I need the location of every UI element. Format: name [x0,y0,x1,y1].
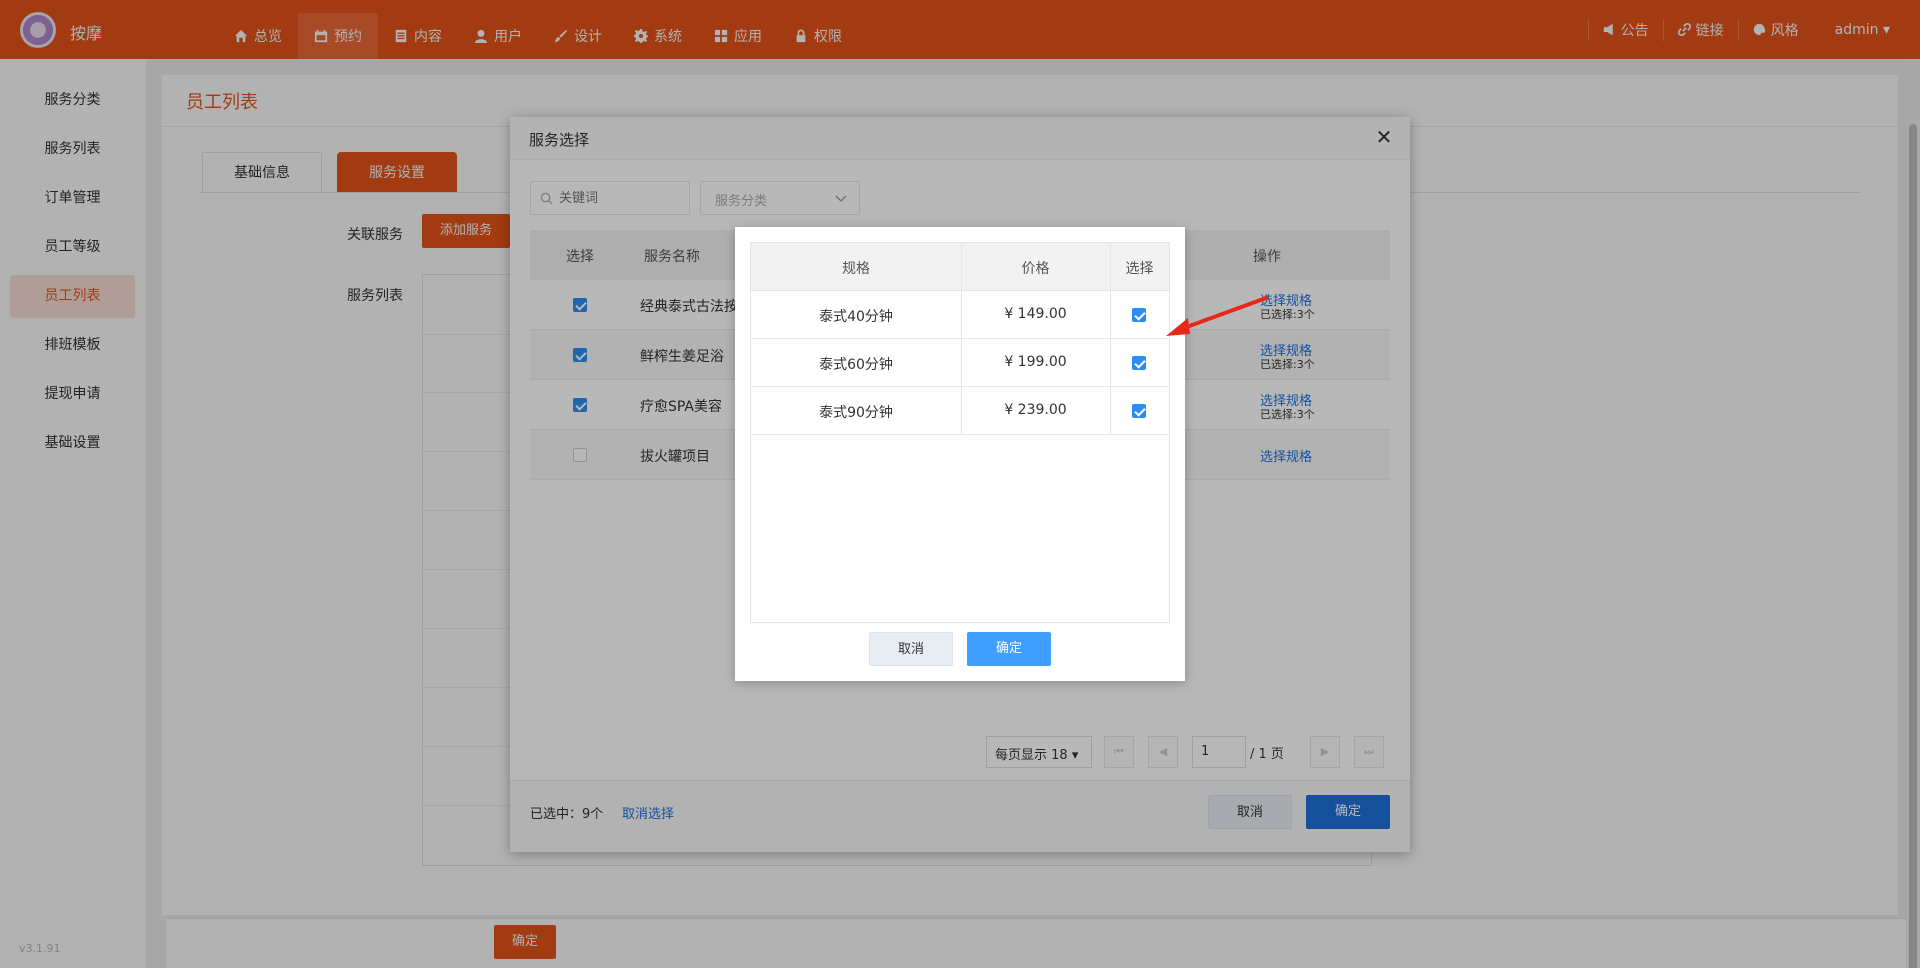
spec-name: 泰式90分钟 [819,405,893,421]
spec-price: ¥ 199.00 [1004,354,1067,370]
table-row: 泰式40分钟 ¥ 149.00 [751,291,1169,339]
spec-checkbox[interactable] [1132,308,1146,322]
spec-checkbox[interactable] [1132,356,1146,370]
column-select: 选择 [1125,261,1154,277]
table-row: 泰式60分钟 ¥ 199.00 [751,339,1169,387]
annotation-arrow-icon [1166,296,1268,336]
spec-checkbox[interactable] [1132,404,1146,418]
spec-confirm-button[interactable]: 确定 [967,632,1051,666]
table-row: 泰式90分钟 ¥ 239.00 [751,387,1169,435]
column-price: 价格 [1021,261,1050,277]
column-divider [1110,243,1111,435]
spec-table: 规格 价格 选择 泰式40分钟 ¥ 149.00 泰式60分钟 ¥ 199.00… [750,242,1170,623]
column-divider [961,243,962,435]
spec-price: ¥ 239.00 [1004,402,1067,418]
spec-select-modal: 规格 价格 选择 泰式40分钟 ¥ 149.00 泰式60分钟 ¥ 199.00… [735,227,1185,681]
spec-name: 泰式60分钟 [819,357,893,373]
spec-name: 泰式40分钟 [819,309,893,325]
spec-table-header: 规格 价格 选择 [751,243,1169,291]
column-spec: 规格 [842,261,870,277]
spec-cancel-button[interactable]: 取消 [869,632,953,666]
spec-price: ¥ 149.00 [1004,306,1067,322]
